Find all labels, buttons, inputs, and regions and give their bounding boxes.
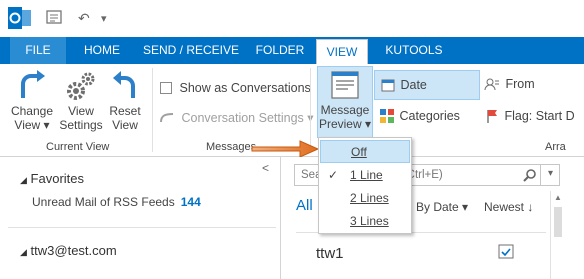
view-settings-button[interactable]: View Settings xyxy=(58,70,104,132)
favorites-label: Favorites xyxy=(30,171,85,186)
sort-by-date-dropdown[interactable]: By Date ▾ xyxy=(416,200,468,214)
flag-icon xyxy=(486,109,498,123)
checkbox-box xyxy=(160,81,172,94)
tab-folder[interactable]: FOLDER xyxy=(250,37,310,64)
tab-send-receive[interactable]: SEND / RECEIVE xyxy=(140,37,242,64)
reset-view-label-1: Reset xyxy=(109,104,141,118)
arrange-flag-label: Flag: Start D xyxy=(504,108,575,123)
account-label: ttw3@test.com xyxy=(30,243,117,258)
preview-option-label: 2 Lines xyxy=(350,191,389,205)
tab-kutools[interactable]: KUTOOLS xyxy=(378,37,450,64)
gears-icon xyxy=(58,70,104,104)
tab-view[interactable]: VIEW xyxy=(316,39,368,64)
send-receive-all-icon[interactable] xyxy=(46,9,62,25)
preview-option-off[interactable]: Off xyxy=(320,140,410,163)
account-header[interactable]: ◢ ttw3@test.com xyxy=(20,243,117,258)
preview-option-2-lines[interactable]: 2 Lines xyxy=(320,187,410,210)
scroll-up-arrow-icon[interactable]: ▲ xyxy=(554,193,562,202)
message-preview-button[interactable]: Message Preview ▾ xyxy=(317,66,373,138)
unread-count-badge: 144 xyxy=(180,195,201,209)
arrange-date-button[interactable]: Date xyxy=(374,70,480,100)
ribbon-tabs: FILE HOME SEND / RECEIVE FOLDER VIEW KUT… xyxy=(0,37,584,64)
view-settings-label-1: View xyxy=(68,104,94,118)
arrange-from-label: From xyxy=(505,76,535,91)
checkmark-icon: ✓ xyxy=(328,168,339,182)
arrangement-group-label: Arra xyxy=(545,141,566,153)
scrollbar-thumb[interactable] xyxy=(554,207,562,237)
collapse-pane-button[interactable]: < xyxy=(262,161,269,175)
lower-panes: < ◢ Favorites Unread Mail of RSS Feeds 14… xyxy=(0,157,584,279)
show-as-conversations-checkbox[interactable]: Show as Conversations xyxy=(160,80,311,95)
preview-option-1-line[interactable]: ✓ 1 Line xyxy=(320,164,410,187)
preview-option-label: 3 Lines xyxy=(350,214,389,228)
message-item-sender[interactable]: ttw1 xyxy=(316,245,344,262)
message-category-icon xyxy=(498,243,514,259)
arrange-date-label: Date xyxy=(400,77,427,92)
search-icon[interactable] xyxy=(523,168,537,182)
conversation-settings-label: Conversation Settings ▾ xyxy=(181,111,314,126)
messages-group-label: Messages xyxy=(206,141,257,153)
reset-view-label-2: View xyxy=(112,118,138,132)
reset-view-button[interactable]: Reset View xyxy=(106,70,144,132)
folder-pane: < ◢ Favorites Unread Mail of RSS Feeds 14… xyxy=(0,157,278,279)
change-view-button[interactable]: Change View ▾ xyxy=(8,70,56,132)
message-preview-label-1: Message xyxy=(320,103,370,117)
reset-view-icon xyxy=(106,70,144,104)
change-view-label-1: Change xyxy=(10,104,54,118)
conversation-settings-button[interactable]: Conversation Settings ▾ xyxy=(160,110,314,125)
current-view-group-label: Current View xyxy=(46,141,110,153)
tab-home[interactable]: HOME xyxy=(74,37,130,64)
folder-item-label: Unread Mail of RSS Feeds xyxy=(32,195,175,209)
preview-option-3-lines[interactable]: 3 Lines xyxy=(320,210,410,233)
change-view-label-2: View ▾ xyxy=(14,118,50,132)
preview-option-label: 1 Line xyxy=(350,168,383,182)
message-preview-icon xyxy=(318,71,372,103)
preview-option-label: Off xyxy=(351,145,367,159)
divider xyxy=(8,227,276,228)
change-view-icon xyxy=(8,70,56,104)
arrange-categories-button[interactable]: Categories xyxy=(380,108,460,123)
show-as-conversations-label: Show as Conversations xyxy=(179,80,311,95)
title-bar: ↶ ▾ xyxy=(0,0,584,37)
collapse-triangle-icon: ◢ xyxy=(20,247,27,257)
favorites-header[interactable]: ◢ Favorites xyxy=(20,171,84,186)
search-scope-dropdown[interactable]: ▾ xyxy=(540,164,560,186)
calendar-icon xyxy=(381,78,395,92)
pane-splitter[interactable] xyxy=(280,157,281,279)
quick-access-dropdown-icon[interactable]: ▾ xyxy=(101,12,107,25)
outlook-logo-icon xyxy=(8,7,32,29)
arrange-flag-button[interactable]: Flag: Start D xyxy=(486,108,575,123)
filter-all-tab[interactable]: All xyxy=(296,197,313,214)
message-preview-dropdown: Off ✓ 1 Line 2 Lines 3 Lines xyxy=(318,137,412,234)
tab-file[interactable]: FILE xyxy=(10,37,66,64)
arrange-from-button[interactable]: From xyxy=(484,76,535,91)
contact-card-icon xyxy=(484,77,500,91)
arrange-categories-label: Categories xyxy=(399,108,460,123)
collapse-triangle-icon: ◢ xyxy=(20,175,27,185)
conversation-settings-icon xyxy=(160,112,174,124)
scrollbar[interactable]: ▲ xyxy=(550,191,564,279)
message-preview-label-2: Preview ▾ xyxy=(318,117,372,131)
categories-icon xyxy=(380,108,394,123)
sort-order-toggle[interactable]: Newest ↓ xyxy=(484,200,533,214)
view-settings-label-2: Settings xyxy=(59,118,103,132)
folder-item-unread-rss[interactable]: Unread Mail of RSS Feeds 144 xyxy=(32,195,201,209)
group-separator xyxy=(152,68,153,152)
undo-icon[interactable]: ↶ xyxy=(78,10,90,27)
